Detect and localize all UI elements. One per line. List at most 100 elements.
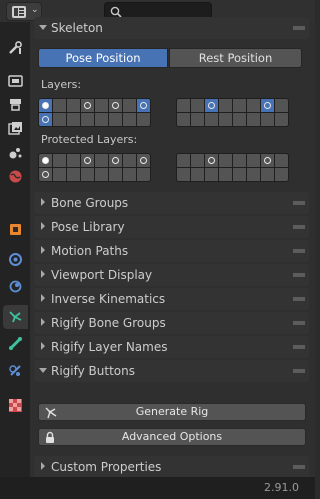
drag-grip-icon[interactable]: [293, 201, 305, 205]
protected-layer-cell[interactable]: [247, 154, 260, 167]
rest-position-button[interactable]: Rest Position: [169, 48, 302, 68]
panel-motion-paths[interactable]: Motion Paths: [34, 240, 309, 262]
drag-grip-icon[interactable]: [293, 225, 305, 229]
layer-cell[interactable]: [261, 99, 274, 112]
tab-render[interactable]: [3, 69, 28, 93]
layer-cell[interactable]: [137, 99, 150, 112]
tab-view-layer[interactable]: [3, 117, 28, 141]
layer-cell[interactable]: [67, 113, 80, 126]
protected-layer-cell[interactable]: [67, 154, 80, 167]
protected-layer-cell[interactable]: [219, 154, 232, 167]
protected-layer-cell[interactable]: [261, 168, 274, 181]
tab-bone-constraints[interactable]: [3, 359, 28, 383]
drag-grip-icon[interactable]: [293, 26, 305, 30]
panel-bone-groups[interactable]: Bone Groups: [34, 192, 309, 214]
protected-layer-cell[interactable]: [261, 154, 274, 167]
protected-layer-cell[interactable]: [137, 168, 150, 181]
drag-grip-icon[interactable]: [293, 249, 305, 253]
layer-cell[interactable]: [137, 113, 150, 126]
drag-grip-icon[interactable]: [293, 345, 305, 349]
panel-rigify-buttons[interactable]: Rigify Buttons: [34, 360, 309, 382]
layer-cell[interactable]: [95, 99, 108, 112]
layer-cell[interactable]: [39, 113, 52, 126]
tab-scene[interactable]: [3, 141, 28, 165]
tab-output[interactable]: [3, 93, 28, 117]
layer-cell[interactable]: [53, 99, 66, 112]
protected-layer-cell[interactable]: [39, 154, 52, 167]
protected-layer-cell[interactable]: [191, 168, 204, 181]
protected-layer-cell[interactable]: [95, 154, 108, 167]
protected-layer-cell[interactable]: [233, 154, 246, 167]
layer-cell[interactable]: [39, 99, 52, 112]
panel-rigify-bone-groups[interactable]: Rigify Bone Groups: [34, 312, 309, 334]
protected-layer-cell[interactable]: [123, 168, 136, 181]
drag-grip-icon[interactable]: [293, 321, 305, 325]
panel-viewport-display[interactable]: Viewport Display: [34, 264, 309, 286]
protected-layer-cell[interactable]: [191, 154, 204, 167]
protected-layer-cell[interactable]: [219, 168, 232, 181]
tab-tool[interactable]: [3, 36, 28, 60]
layer-cell[interactable]: [67, 99, 80, 112]
layer-cell[interactable]: [191, 99, 204, 112]
protected-layer-cell[interactable]: [81, 154, 94, 167]
layer-cell[interactable]: [191, 113, 204, 126]
layer-cell[interactable]: [219, 99, 232, 112]
protected-layer-cell[interactable]: [81, 168, 94, 181]
layer-cell[interactable]: [81, 113, 94, 126]
tab-world[interactable]: [3, 165, 28, 189]
protected-layer-cell[interactable]: [177, 154, 190, 167]
pose-position-button[interactable]: Pose Position: [38, 48, 168, 68]
protected-layer-cell[interactable]: [233, 168, 246, 181]
tab-texture[interactable]: [3, 394, 28, 418]
protected-layer-cell[interactable]: [137, 154, 150, 167]
layer-cell[interactable]: [53, 113, 66, 126]
protected-layer-cell[interactable]: [39, 168, 52, 181]
tab-armature-data[interactable]: [3, 305, 28, 329]
layer-cell[interactable]: [247, 99, 260, 112]
panel-custom-properties[interactable]: Custom Properties: [34, 456, 309, 478]
protected-layer-cell[interactable]: [275, 168, 288, 181]
layer-cell[interactable]: [123, 113, 136, 126]
tab-bone[interactable]: [3, 332, 28, 356]
tab-modifiers[interactable]: [3, 248, 28, 272]
protected-layer-cell[interactable]: [247, 168, 260, 181]
drag-grip-icon[interactable]: [293, 273, 305, 277]
protected-layer-cell[interactable]: [177, 168, 190, 181]
protected-layer-cell[interactable]: [53, 168, 66, 181]
tab-object[interactable]: [3, 218, 28, 242]
panel-skeleton-header[interactable]: Skeleton: [34, 17, 309, 39]
layer-cell[interactable]: [81, 99, 94, 112]
protected-layer-cell[interactable]: [53, 154, 66, 167]
layer-cell[interactable]: [275, 113, 288, 126]
advanced-options-button[interactable]: Advanced Options: [38, 428, 306, 446]
panel-inverse-kinematics[interactable]: Inverse Kinematics: [34, 288, 309, 310]
drag-grip-icon[interactable]: [293, 465, 305, 469]
layer-cell[interactable]: [219, 113, 232, 126]
panel-pose-library[interactable]: Pose Library: [34, 216, 309, 238]
protected-layer-cell[interactable]: [67, 168, 80, 181]
layer-cell[interactable]: [233, 113, 246, 126]
layer-cell[interactable]: [275, 99, 288, 112]
layer-cell[interactable]: [233, 99, 246, 112]
layer-cell[interactable]: [205, 113, 218, 126]
protected-layer-cell[interactable]: [109, 168, 122, 181]
layer-cell[interactable]: [261, 113, 274, 126]
layer-cell[interactable]: [247, 113, 260, 126]
layer-cell[interactable]: [123, 99, 136, 112]
generate-rig-button[interactable]: Generate Rig: [38, 403, 306, 421]
drag-grip-icon[interactable]: [293, 297, 305, 301]
protected-layer-cell[interactable]: [123, 154, 136, 167]
panel-rigify-layer-names[interactable]: Rigify Layer Names: [34, 336, 309, 358]
layer-cell[interactable]: [109, 99, 122, 112]
protected-layer-cell[interactable]: [95, 168, 108, 181]
protected-layer-cell[interactable]: [109, 154, 122, 167]
tab-physics[interactable]: [3, 275, 28, 299]
protected-layer-cell[interactable]: [205, 154, 218, 167]
layer-cell[interactable]: [109, 113, 122, 126]
drag-grip-icon[interactable]: [293, 369, 305, 373]
protected-layer-cell[interactable]: [275, 154, 288, 167]
layer-cell[interactable]: [205, 99, 218, 112]
layer-cell[interactable]: [177, 99, 190, 112]
layer-cell[interactable]: [177, 113, 190, 126]
protected-layer-cell[interactable]: [205, 168, 218, 181]
